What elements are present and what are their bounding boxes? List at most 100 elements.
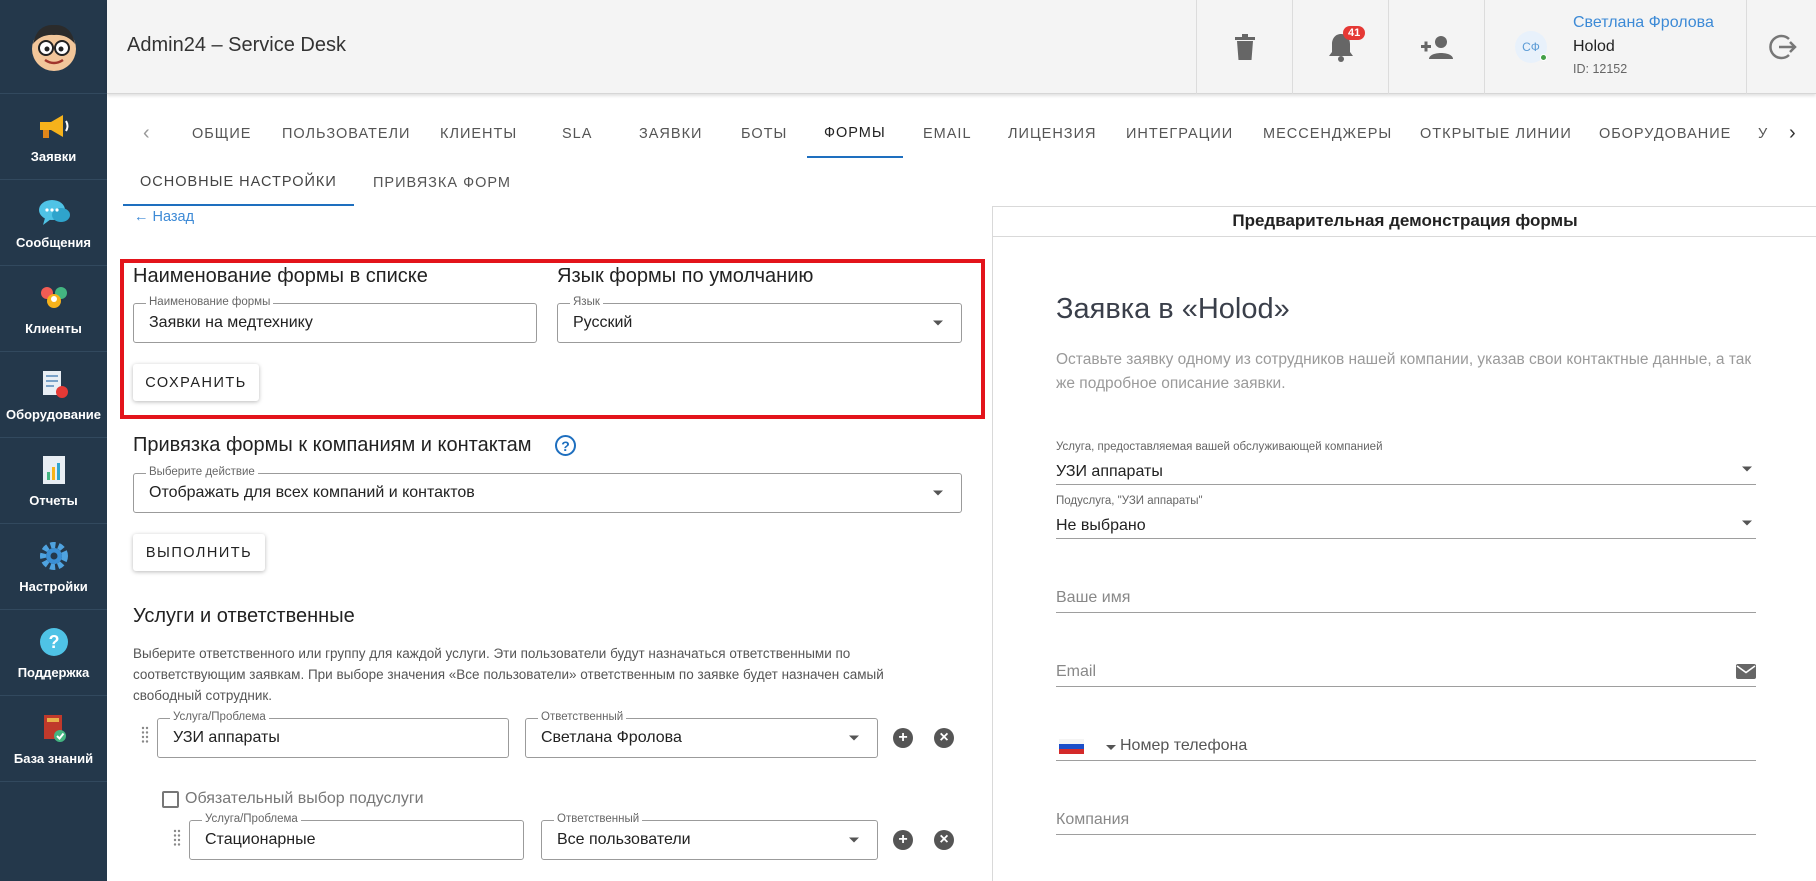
tab-users[interactable]: ПОЛЬЗОВАТЕЛИ — [282, 110, 410, 158]
sidebar-item-label: База знаний — [13, 751, 94, 766]
mail-icon — [1736, 664, 1756, 679]
tabs-scroll-left-icon[interactable]: ‹ — [143, 122, 150, 145]
user-organization: Holod — [1573, 38, 1615, 55]
sidebar-item-label: Настройки — [19, 579, 88, 594]
preview-subservice-label: Подуслуга, "УЗИ аппараты" — [1056, 495, 1203, 507]
subservice-value: Стационарные — [205, 831, 316, 848]
avatar: СФ — [1515, 31, 1547, 63]
services-title: Услуги и ответственные — [133, 605, 355, 627]
tab-general[interactable]: ОБЩИЕ — [192, 110, 251, 158]
trash-icon — [1234, 34, 1255, 60]
tab-equipment[interactable]: ОБОРУДОВАНИЕ — [1599, 110, 1731, 158]
settings-tabs: ‹ ОБЩИЕ ПОЛЬЗОВАТЕЛИ КЛИЕНТЫ SLA ЗАЯВКИ … — [107, 110, 1816, 158]
preview-description: Оставьте заявку одному из сотрудников на… — [1056, 351, 1752, 392]
sidebar-item-label: Сообщения — [16, 235, 91, 250]
service-value: УЗИ аппараты — [173, 729, 280, 746]
tab-email[interactable]: EMAIL — [923, 110, 972, 158]
country-chevron-down-icon[interactable] — [1106, 745, 1116, 750]
preview-service-value: УЗИ аппараты — [1056, 463, 1163, 480]
subservice-label: Услуга/Проблема — [202, 813, 301, 825]
preview-email-input[interactable]: Email — [1056, 655, 1756, 687]
user-name[interactable]: Светлана Фролова — [1573, 14, 1714, 32]
run-button[interactable]: ВЫПОЛНИТЬ — [133, 534, 265, 571]
subservice-responsible-value: Все пользователи — [557, 831, 691, 848]
drag-handle-icon[interactable] — [141, 726, 149, 744]
tab-messengers[interactable]: МЕССЕНДЖЕРЫ — [1263, 110, 1392, 158]
book-icon — [37, 711, 71, 745]
sidebar-item-label: Оборудование — [5, 407, 102, 422]
top-header: Admin24 – Service Desk 41 СФ Светлана Фр… — [107, 0, 1816, 94]
save-button[interactable]: СОХРАНИТЬ — [133, 364, 259, 401]
tab-forms[interactable]: ФОРМЫ — [807, 110, 903, 158]
chat-icon — [37, 195, 71, 229]
sidebar-item-equipment[interactable]: Оборудование — [0, 352, 107, 438]
service-input[interactable]: Услуга/Проблема УЗИ аппараты — [157, 711, 509, 758]
preview-company-input[interactable]: Компания — [1056, 803, 1756, 835]
logout-icon — [1768, 34, 1797, 60]
form-language-select[interactable]: Язык Русский — [557, 296, 962, 343]
user-profile[interactable]: СФ Светлана Фролова Holod ID: 12152 — [1484, 0, 1746, 94]
close-icon: × — [939, 729, 949, 746]
binding-action-select[interactable]: Выберите действие Отображать для всех ко… — [133, 466, 962, 513]
form-language-value: Русский — [573, 314, 633, 331]
trash-button[interactable] — [1196, 0, 1292, 94]
responsible-select[interactable]: Ответственный Светлана Фролова — [525, 711, 878, 758]
subtab-form-binding[interactable]: ПРИВЯЗКА ФОРМ — [373, 160, 511, 206]
preview-name-input[interactable]: Ваше имя — [1056, 581, 1756, 613]
required-subservice-label[interactable]: Обязательный выбор подуслуги — [185, 790, 424, 808]
notifications-button[interactable]: 41 — [1292, 0, 1388, 94]
add-subservice-button[interactable]: + — [893, 830, 913, 850]
preview-service-select[interactable]: Услуга, предоставляемая вашей обслуживаю… — [1056, 439, 1756, 485]
sidebar-item-settings[interactable]: Настройки — [0, 524, 107, 610]
preview-header: Предварительная демонстрация формы — [993, 207, 1816, 237]
form-preview-panel: Предварительная демонстрация формы Заявк… — [992, 206, 1816, 881]
form-language-label: Язык — [570, 296, 603, 308]
logout-button[interactable] — [1746, 0, 1816, 94]
tab-more[interactable]: У — [1758, 110, 1778, 158]
preview-phone-input[interactable]: Номер телефона — [1056, 729, 1756, 761]
form-name-input[interactable]: Наименование формы Заявки на медтехнику — [133, 296, 537, 343]
sidebar-item-messages[interactable]: Сообщения — [0, 180, 107, 266]
chevron-down-icon — [849, 837, 859, 843]
logo[interactable] — [0, 0, 107, 94]
back-link[interactable]: ← Назад — [134, 209, 194, 225]
russia-flag-icon[interactable] — [1059, 739, 1084, 754]
sidebar-item-clients[interactable]: Клиенты — [0, 266, 107, 352]
subservice-responsible-select[interactable]: Ответственный Все пользователи — [541, 813, 878, 860]
sidebar-item-reports[interactable]: Отчеты — [0, 438, 107, 524]
preview-company-placeholder: Компания — [1056, 811, 1130, 828]
sidebar-item-knowledge-base[interactable]: База знаний — [0, 696, 107, 782]
binding-action-value: Отображать для всех компаний и контактов — [149, 484, 475, 501]
sidebar: Заявки Сообщения Клиенты Оборудование От… — [0, 0, 107, 881]
remove-service-button[interactable]: × — [934, 728, 954, 748]
drag-handle-icon[interactable] — [173, 829, 181, 847]
add-service-button[interactable]: + — [893, 728, 913, 748]
preview-service-label: Услуга, предоставляемая вашей обслуживаю… — [1056, 441, 1383, 453]
sidebar-item-tickets[interactable]: Заявки — [0, 94, 107, 180]
chevron-down-icon — [933, 490, 943, 496]
tab-integrations[interactable]: ИНТЕГРАЦИИ — [1126, 110, 1233, 158]
remove-subservice-button[interactable]: × — [934, 830, 954, 850]
tab-license[interactable]: ЛИЦЕНЗИЯ — [1008, 110, 1096, 158]
tab-clients[interactable]: КЛИЕНТЫ — [440, 110, 517, 158]
user-id: ID: 12152 — [1573, 62, 1628, 76]
tab-bots[interactable]: БОТЫ — [741, 110, 787, 158]
tab-tickets[interactable]: ЗАЯВКИ — [639, 110, 702, 158]
question-help-icon[interactable]: ? — [555, 435, 576, 456]
sidebar-item-label: Заявки — [30, 149, 77, 164]
tabs-scroll-right-icon[interactable]: › — [1789, 122, 1796, 145]
sidebar-item-support[interactable]: ? Поддержка — [0, 610, 107, 696]
preview-name-placeholder: Ваше имя — [1056, 589, 1131, 606]
add-user-icon — [1420, 36, 1453, 59]
preview-subservice-select[interactable]: Подуслуга, "УЗИ аппараты" Не выбрано — [1056, 493, 1756, 539]
app-title: Admin24 – Service Desk — [127, 34, 346, 56]
required-subservice-checkbox[interactable] — [162, 791, 179, 808]
tab-open-lines[interactable]: ОТКРЫТЫЕ ЛИНИИ — [1420, 110, 1572, 158]
tab-sla[interactable]: SLA — [562, 110, 592, 158]
form-language-title: Язык формы по умолчанию — [557, 265, 814, 287]
subtab-basic-settings[interactable]: ОСНОВНЫЕ НАСТРОЙКИ — [123, 160, 354, 206]
chevron-down-icon — [933, 320, 943, 326]
avatar-initials: СФ — [1522, 40, 1540, 54]
subservice-input[interactable]: Услуга/Проблема Стационарные — [189, 813, 524, 860]
add-user-button[interactable] — [1388, 0, 1484, 94]
